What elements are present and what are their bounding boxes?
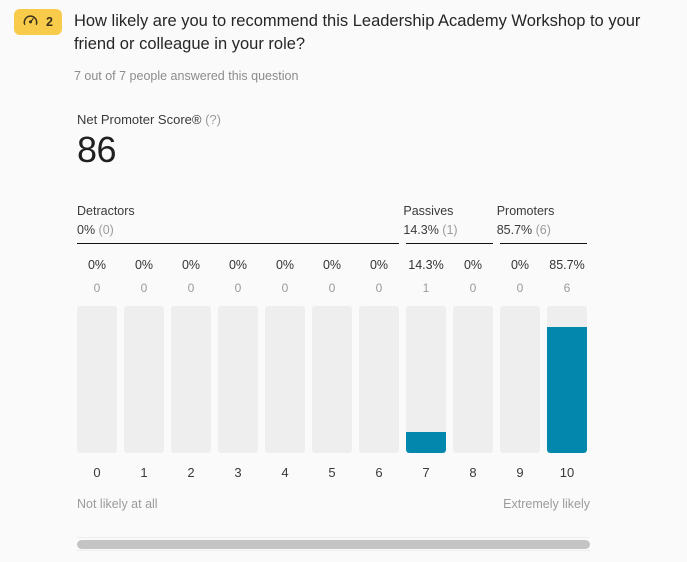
nps-category-stats: 85.7% (6) xyxy=(497,223,580,238)
bar-label-group: 0% 0 xyxy=(453,258,493,295)
bar-percent-label: 0% xyxy=(87,258,107,272)
bar-count-label: 1 xyxy=(422,281,430,295)
bar-fill xyxy=(406,432,446,453)
bar-axis-label: 2 xyxy=(187,465,195,480)
bar-track[interactable] xyxy=(312,306,352,453)
nps-category-detractors: Detractors 0% (0) xyxy=(77,204,403,244)
bar-label-group: 0% 0 xyxy=(265,258,305,295)
bar-track[interactable] xyxy=(500,306,540,453)
nps-category-stats: 14.3% (1) xyxy=(403,223,486,238)
bar-label-group: 0% 0 xyxy=(312,258,352,295)
bar-count-label: 0 xyxy=(281,281,289,295)
gauge-icon xyxy=(23,13,38,31)
bar-track[interactable] xyxy=(547,306,587,453)
bar-axis-label: 10 xyxy=(559,465,575,480)
question-header: 2 How likely are you to recommend this L… xyxy=(0,0,687,83)
bar-label-group: 14.3% 1 xyxy=(406,258,446,295)
bar-axis-label: 8 xyxy=(469,465,477,480)
bar-axis-label: 1 xyxy=(140,465,148,480)
bar-track[interactable] xyxy=(77,306,117,453)
nps-category-stats: 0% (0) xyxy=(77,223,393,238)
bar-percent-label: 0% xyxy=(275,258,295,272)
bar-track[interactable] xyxy=(406,306,446,453)
nps-category-passives: Passives 14.3% (1) xyxy=(403,204,496,244)
bar-percent-label: 14.3% xyxy=(408,258,444,272)
question-title: How likely are you to recommend this Lea… xyxy=(73,12,641,53)
bar-count-label: 0 xyxy=(234,281,242,295)
bar-percent-label: 0% xyxy=(369,258,389,272)
bar-percent-label: 0% xyxy=(322,258,342,272)
bar-percent-label: 0% xyxy=(510,258,530,272)
bar-label-group: 0% 0 xyxy=(77,258,117,295)
bar-count-label: 0 xyxy=(328,281,336,295)
question-number-badge: 2 xyxy=(14,9,62,35)
nps-category-count: (1) xyxy=(442,223,458,237)
nps-category-rule xyxy=(406,243,493,244)
bar-percent-label: 0% xyxy=(134,258,154,272)
bar-track[interactable] xyxy=(453,306,493,453)
bar-percent-label: 85.7% xyxy=(549,258,585,272)
bar-fill xyxy=(547,327,587,453)
bar-count-label: 0 xyxy=(375,281,383,295)
bar-axis-label: 3 xyxy=(234,465,242,480)
bar-label-group: 85.7% 6 xyxy=(547,258,587,295)
nps-category-promoters: Promoters 85.7% (6) xyxy=(497,204,590,244)
nps-chart: Detractors 0% (0) Passives 14.3% (1) Promote… xyxy=(77,204,590,511)
bar-percent-label: 0% xyxy=(181,258,201,272)
nps-category-rule xyxy=(500,243,587,244)
horizontal-scrollbar[interactable] xyxy=(77,537,590,551)
bar-count-label: 0 xyxy=(469,281,477,295)
bar-track[interactable] xyxy=(171,306,211,453)
bar-axis-label: 9 xyxy=(516,465,524,480)
bar-track[interactable] xyxy=(124,306,164,453)
bar-percent-label: 0% xyxy=(228,258,248,272)
bar-value-labels: 0% 0 0% 0 0% 0 0% 0 0% 0 0% 0 0% 0 14.3% 1 0% 0 0% 0 85.7% 6 xyxy=(77,258,590,295)
nps-summary: Net Promoter Score® (?) 86 xyxy=(77,112,687,170)
nps-help-icon[interactable]: (?) xyxy=(205,112,221,127)
bar-label-group: 0% 0 xyxy=(218,258,258,295)
nps-label: Net Promoter Score® xyxy=(77,112,202,127)
bar-track[interactable] xyxy=(265,306,305,453)
nps-score-value: 86 xyxy=(77,129,117,170)
nps-label-row: Net Promoter Score® (?) xyxy=(77,112,687,127)
bar-axis-labels: 0 1 2 3 4 5 6 7 8 9 10 xyxy=(77,465,590,480)
answered-count-text: 7 out of 7 people answered this question xyxy=(73,69,299,83)
scrollbar-thumb[interactable] xyxy=(77,539,590,549)
bar-label-group: 0% 0 xyxy=(359,258,399,295)
bar-axis-label: 7 xyxy=(422,465,430,480)
scale-endpoint-left: Not likely at all xyxy=(77,497,158,511)
nps-category-name: Promoters xyxy=(496,204,555,218)
bar-count-label: 0 xyxy=(187,281,195,295)
nps-category-count: (0) xyxy=(98,223,114,237)
nps-category-count: (6) xyxy=(535,223,551,237)
bar-count-label: 0 xyxy=(93,281,101,295)
bar-axis-label: 5 xyxy=(328,465,336,480)
nps-category-name: Detractors xyxy=(77,204,135,218)
bar-track[interactable] xyxy=(218,306,258,453)
nps-category-rule xyxy=(77,243,399,244)
bar-count-label: 0 xyxy=(140,281,148,295)
nps-category-percent: 14.3% xyxy=(403,223,443,237)
bar-chart-bars xyxy=(77,306,590,453)
bar-label-group: 0% 0 xyxy=(500,258,540,295)
bar-count-label: 6 xyxy=(563,281,571,295)
nps-category-name: Passives xyxy=(403,204,454,218)
bar-label-group: 0% 0 xyxy=(171,258,211,295)
nps-category-percent: 85.7% xyxy=(496,223,536,237)
bar-axis-label: 6 xyxy=(375,465,383,480)
bar-axis-label: 0 xyxy=(93,465,101,480)
bar-percent-label: 0% xyxy=(463,258,483,272)
bar-count-label: 0 xyxy=(516,281,524,295)
question-number: 2 xyxy=(46,14,53,29)
nps-category-row: Detractors 0% (0) Passives 14.3% (1) Promote… xyxy=(77,204,590,244)
scale-endpoint-right: Extremely likely xyxy=(503,497,590,511)
scrollbar-track[interactable] xyxy=(77,537,590,551)
bar-axis-label: 4 xyxy=(281,465,289,480)
bar-label-group: 0% 0 xyxy=(124,258,164,295)
scale-endpoints: Not likely at all Extremely likely xyxy=(77,497,590,511)
nps-category-percent: 0% xyxy=(77,223,99,237)
bar-track[interactable] xyxy=(359,306,399,453)
